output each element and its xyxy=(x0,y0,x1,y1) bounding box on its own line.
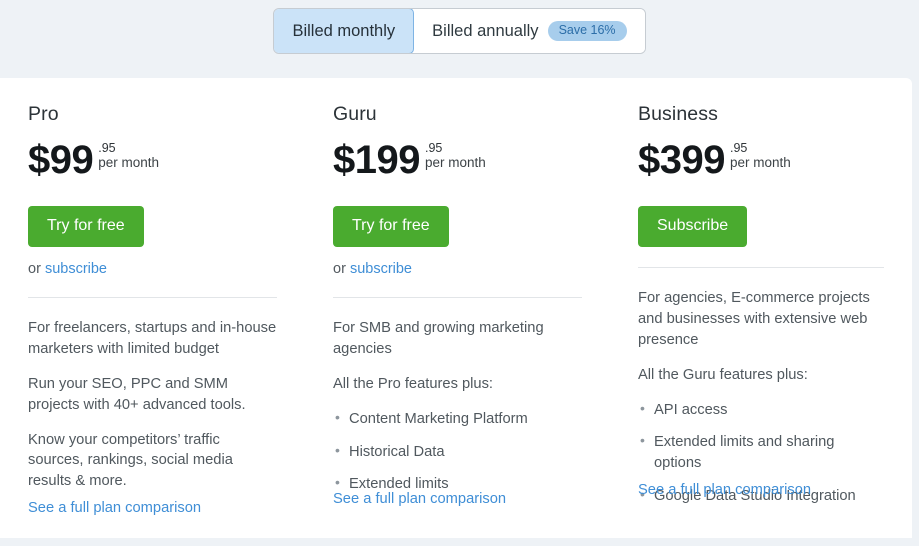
plan-price-amount-pro: $99 xyxy=(28,138,94,182)
plan-features-guru: For SMB and growing marketing agencies A… xyxy=(333,318,582,495)
compare-plans-link-guru[interactable]: See a full plan comparison xyxy=(333,491,506,507)
plan-price-guru: $199 .95 per month xyxy=(333,140,582,186)
plan-price-period-business: per month xyxy=(729,155,791,171)
plan-divider-guru xyxy=(333,297,582,298)
plan-name-guru: Guru xyxy=(333,103,377,125)
plan-features-pro: For freelancers, startups and in-house m… xyxy=(28,318,277,492)
plan-feature-item: API access xyxy=(638,399,884,421)
plan-divider-business xyxy=(638,267,884,268)
toggle-billed-annually-label: Billed annually xyxy=(432,21,539,40)
plan-price-cents-pro: .95 xyxy=(98,141,116,155)
toggle-billed-monthly[interactable]: Billed monthly xyxy=(274,9,415,53)
plan-feature-item: Extended limits and sharing options xyxy=(638,431,884,474)
plan-feature-paragraph: For freelancers, startups and in-house m… xyxy=(28,320,277,357)
try-for-free-button-guru[interactable]: Try for free xyxy=(333,206,449,247)
toggle-billed-monthly-label: Billed monthly xyxy=(292,21,396,40)
compare-plans-link-business[interactable]: See a full plan comparison xyxy=(638,482,811,498)
plan-feature-item: Content Marketing Platform xyxy=(333,408,582,430)
billing-toggle-bar: Billed monthly Billed annually Save 16% xyxy=(0,0,919,78)
plan-name-pro: Pro xyxy=(28,103,59,125)
try-for-free-button-pro[interactable]: Try for free xyxy=(28,206,144,247)
plan-price-side-pro: .95 per month xyxy=(98,140,159,171)
plan-feature-paragraph: Run your SEO, PPC and SMM projects with … xyxy=(28,375,246,413)
compare-plans-link-pro[interactable]: See a full plan comparison xyxy=(28,500,201,516)
plan-feature-paragraph: For SMB and growing marketing agencies xyxy=(333,320,544,357)
save-badge: Save 16% xyxy=(547,21,627,41)
plan-feature-paragraph: Know your competitors’ traffic sources, … xyxy=(28,431,233,490)
or-text-pro: or xyxy=(28,261,41,277)
plan-name-business: Business xyxy=(638,103,718,125)
billing-period-toggle[interactable]: Billed monthly Billed annually Save 16% xyxy=(273,8,646,54)
plan-features-business: For agencies, E-commerce projects and bu… xyxy=(638,288,884,507)
plan-price-pro: $99 .95 per month xyxy=(28,140,277,186)
plan-feature-item: Historical Data xyxy=(333,441,582,463)
plan-column-guru: Guru $199 .95 per month Try for free or … xyxy=(305,78,610,538)
plan-column-pro: Pro $99 .95 per month Try for free or su… xyxy=(0,78,305,538)
or-subscribe-guru: or subscribe xyxy=(333,261,582,277)
or-text-guru: or xyxy=(333,261,346,277)
plan-price-period-guru: per month xyxy=(424,155,486,171)
plan-price-amount-guru: $199 xyxy=(333,138,420,182)
plan-feature-paragraph: All the Guru features plus: xyxy=(638,366,808,383)
toggle-billed-annually[interactable]: Billed annually Save 16% xyxy=(414,9,645,53)
or-subscribe-pro: or subscribe xyxy=(28,261,277,277)
subscribe-button-business[interactable]: Subscribe xyxy=(638,206,748,247)
plan-price-side-business: .95 per month xyxy=(730,140,791,171)
plan-feature-list-guru: Content Marketing Platform Historical Da… xyxy=(333,408,582,496)
plan-column-business: Business $399 .95 per month Subscribe Fo… xyxy=(610,78,912,538)
plan-price-business: $399 .95 per month xyxy=(638,140,884,186)
plan-price-amount-business: $399 xyxy=(638,138,725,182)
pricing-card: Pro $99 .95 per month Try for free or su… xyxy=(0,78,912,538)
plan-price-cents-business: .95 xyxy=(729,141,748,155)
plan-price-cents-guru: .95 xyxy=(424,141,443,155)
subscribe-link-guru[interactable]: subscribe xyxy=(350,261,412,277)
plan-columns: Pro $99 .95 per month Try for free or su… xyxy=(0,78,912,538)
subscribe-link-pro[interactable]: subscribe xyxy=(45,261,107,277)
plan-price-side-guru: .95 per month xyxy=(425,140,486,171)
plan-feature-paragraph: All the Pro features plus: xyxy=(333,375,494,392)
plan-divider-pro xyxy=(28,297,277,298)
plan-price-period-pro: per month xyxy=(98,155,160,171)
plan-feature-paragraph: For agencies, E-commerce projects and bu… xyxy=(638,290,870,348)
